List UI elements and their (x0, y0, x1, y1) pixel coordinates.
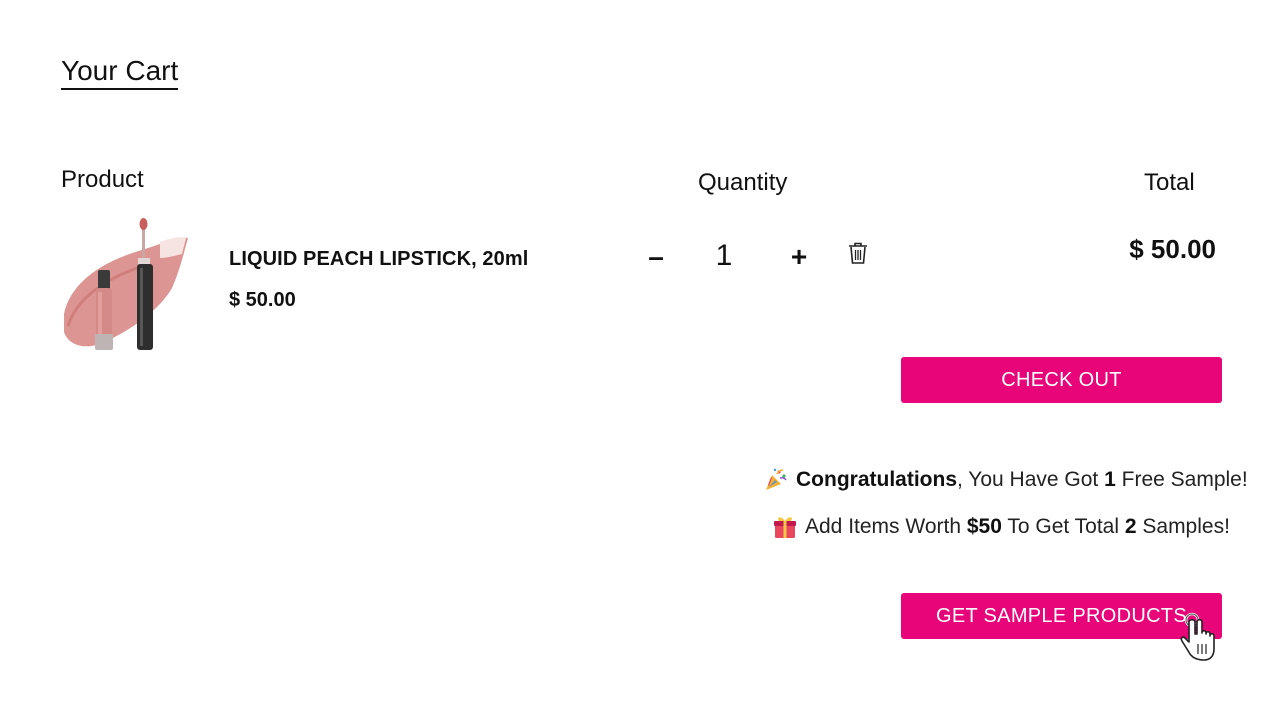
checkout-button[interactable]: CHECK OUT (901, 357, 1222, 403)
page-title[interactable]: Your Cart (61, 56, 179, 90)
line-total: $ 50.00 (1129, 234, 1216, 264)
product-name[interactable]: LIQUID PEACH LIPSTICK, 20ml (229, 248, 528, 271)
remove-item-button[interactable] (845, 240, 871, 268)
column-header-quantity: Quantity (698, 169, 788, 196)
column-header-product: Product (61, 166, 144, 193)
threshold-amount: $50 (966, 515, 1002, 538)
product-price: $ 50.00 (229, 289, 296, 311)
increase-quantity-button[interactable]: + (784, 238, 814, 276)
promo-free-sample-message: Congratulations, You Have Got 1 Free Sam… (763, 467, 1248, 493)
promo-line2-middle: To Get Total (1001, 515, 1125, 538)
congratulations-text: Congratulations (796, 468, 957, 491)
promo-line2-start: Add Items Worth (805, 515, 967, 538)
promo-add-items-message: Add Items Worth $50 To Get Total 2 Sampl… (772, 514, 1230, 540)
column-header-total: Total (1144, 169, 1195, 196)
cart-page: Your Cart Product Quantity Total LIQUID … (0, 0, 1280, 720)
get-sample-products-button[interactable]: GET SAMPLE PRODUCTS (901, 593, 1222, 639)
promo-line2-end: Samples! (1136, 515, 1230, 538)
free-sample-count: 1 (1104, 468, 1116, 491)
total-sample-count: 2 (1124, 515, 1137, 538)
quantity-value: 1 (715, 239, 733, 272)
promo-line1-end: Free Sample! (1115, 468, 1248, 491)
gift-icon (774, 517, 796, 538)
lip-gloss-product-image[interactable] (60, 214, 192, 352)
promo-line1-middle: , You Have Got (957, 468, 1105, 491)
trash-icon (849, 242, 867, 264)
party-popper-icon (766, 468, 787, 490)
decrease-quantity-button[interactable]: – (641, 238, 671, 276)
